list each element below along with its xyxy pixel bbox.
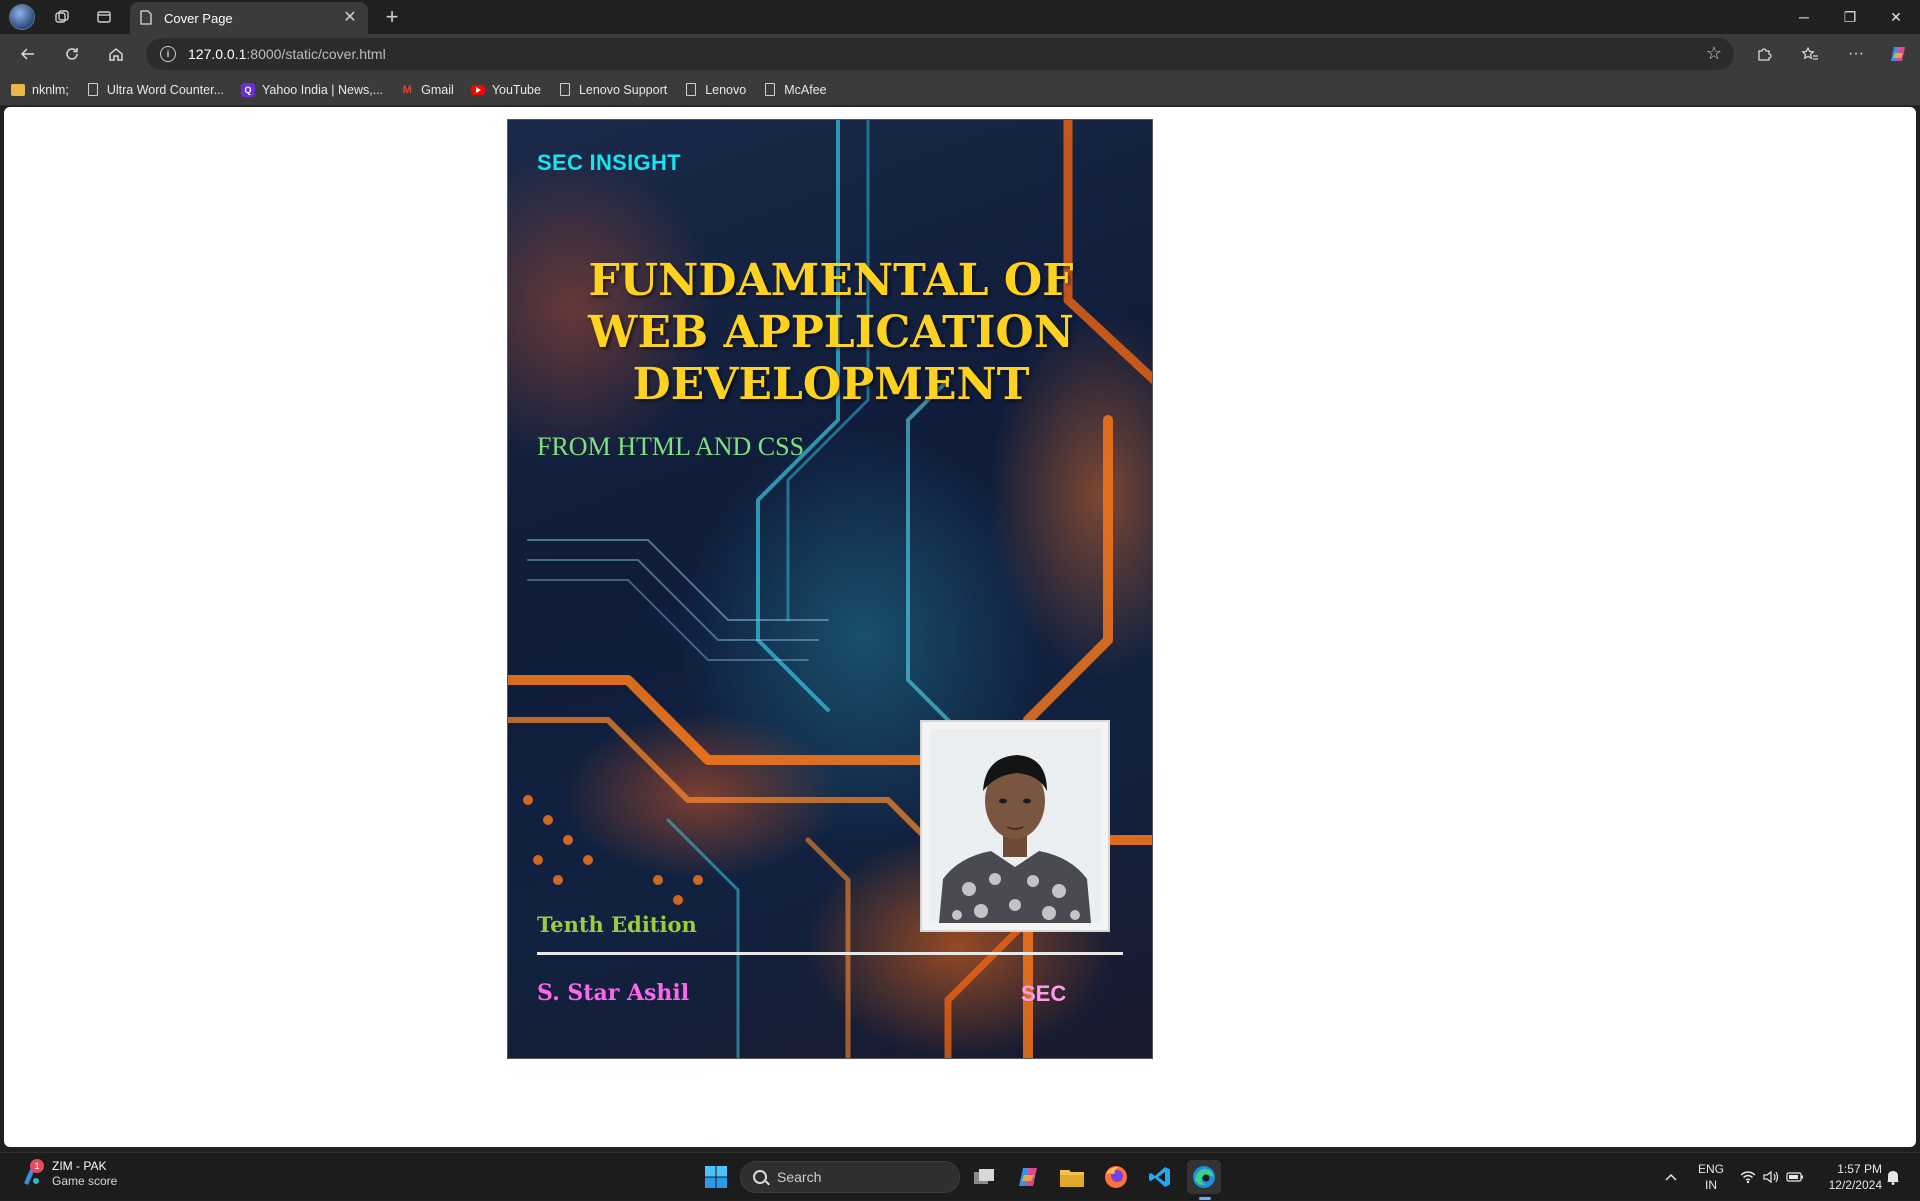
file-explorer-icon[interactable]	[1055, 1160, 1089, 1194]
restore-icon[interactable]: ❐	[1827, 0, 1873, 34]
folder-icon	[11, 83, 25, 97]
battery-icon[interactable]	[1786, 1153, 1804, 1201]
brand-name: SEC INSIGHT	[537, 150, 681, 175]
refresh-icon[interactable]	[58, 40, 86, 68]
page-icon	[684, 83, 698, 97]
bookmark-yahoo-india[interactable]: Q Yahoo India | News,...	[241, 82, 384, 97]
bookmark-nknlm[interactable]: nknlm;	[11, 83, 69, 97]
vscode-icon[interactable]	[1143, 1160, 1177, 1194]
tab-cover-page[interactable]: Cover Page ✕	[130, 2, 368, 34]
cricket-icon: 1	[18, 1159, 44, 1187]
language-code: ENG	[1698, 1162, 1725, 1176]
navigation-bar: i 127.0.0.1:8000/static/cover.html ☆ ···	[0, 34, 1920, 74]
vertical-tabs-icon[interactable]	[92, 5, 116, 29]
home-icon[interactable]	[102, 40, 130, 68]
language-indicator[interactable]: ENG IN	[1698, 1153, 1724, 1201]
gmail-icon: M	[402, 83, 412, 96]
bookmark-label: McAfee	[784, 82, 827, 97]
edge-icon[interactable]	[1187, 1160, 1221, 1194]
title-line: WEB APPLICATION	[588, 307, 1074, 358]
widgets-button[interactable]: 1 ZIM - PAK Game score	[18, 1159, 117, 1189]
profile-avatar[interactable]	[9, 4, 35, 30]
favorite-star-icon[interactable]: ☆	[1706, 43, 1722, 64]
extensions-icon[interactable]	[1750, 40, 1778, 68]
task-view-icon[interactable]	[967, 1160, 1001, 1194]
url-path: :8000/static/cover.html	[246, 46, 386, 62]
url-host: 127.0.0.1	[188, 46, 247, 62]
author-photo	[920, 720, 1110, 932]
bookmark-ultra-word-counter[interactable]: Ultra Word Counter...	[86, 83, 224, 97]
minimize-icon[interactable]: ─	[1781, 0, 1827, 34]
close-window-icon[interactable]: ✕	[1873, 0, 1919, 34]
firefox-icon[interactable]	[1099, 1160, 1133, 1194]
bookmark-label: YouTube	[491, 82, 541, 97]
cover-divider	[537, 952, 1123, 955]
clock-time: 1:57 PM	[1837, 1162, 1882, 1176]
copilot-app-icon[interactable]	[1011, 1160, 1045, 1194]
favorites-icon[interactable]	[1796, 40, 1824, 68]
bookmark-lenovo[interactable]: Lenovo	[684, 83, 746, 97]
page-viewport: SEC INSIGHT FUNDAMENTAL OF WEB APPLICATI…	[4, 107, 1916, 1147]
bookmark-youtube[interactable]: YouTube	[470, 82, 541, 97]
workspaces-icon[interactable]	[50, 5, 74, 29]
author-name: S. Star Ashil	[537, 980, 690, 1006]
notification-badge: 1	[30, 1159, 44, 1173]
widget-subtitle: Game score	[52, 1174, 118, 1188]
clock-date: 12/2/2024	[1828, 1178, 1882, 1192]
page-icon	[558, 83, 572, 97]
bookmark-mcafee[interactable]: McAfee	[763, 82, 827, 97]
address-bar[interactable]: i 127.0.0.1:8000/static/cover.html ☆	[146, 38, 1734, 70]
page-icon	[763, 83, 777, 97]
more-options-icon[interactable]: ···	[1842, 40, 1870, 68]
browser-title-bar: Cover Page ✕ + ─ ❐ ✕	[0, 0, 1920, 34]
start-icon[interactable]	[699, 1160, 733, 1194]
bookmarks-bar: nknlm; Ultra Word Counter... Q Yahoo Indi…	[0, 74, 1920, 106]
tab-title: Cover Page	[164, 10, 233, 26]
document-icon	[140, 10, 154, 26]
bookmark-label: Yahoo India | News,...	[262, 82, 384, 97]
title-line: DEVELOPMENT	[632, 359, 1030, 410]
volume-icon[interactable]	[1763, 1153, 1779, 1201]
bookmark-label: Ultra Word Counter...	[106, 82, 225, 97]
show-hidden-icons-chevron-icon[interactable]	[1664, 1153, 1678, 1201]
book-title: FUNDAMENTAL OF WEB APPLICATION DEVELOPME…	[508, 255, 1152, 411]
yahoo-icon: Q	[241, 82, 256, 97]
bookmark-label: Gmail	[421, 82, 454, 97]
copilot-icon[interactable]	[1884, 40, 1912, 68]
wifi-icon[interactable]	[1740, 1153, 1756, 1201]
site-info-icon[interactable]: i	[160, 46, 176, 62]
close-tab-icon[interactable]: ✕	[342, 10, 358, 26]
region-code: IN	[1705, 1178, 1717, 1192]
person-portrait	[929, 729, 1101, 923]
bookmark-gmail[interactable]: M Gmail	[400, 83, 454, 97]
book-subtitle: FROM HTML AND CSS	[537, 432, 805, 461]
widget-title: ZIM - PAK	[52, 1159, 107, 1173]
publisher-name: SEC	[1021, 981, 1067, 1006]
new-tab-icon[interactable]: +	[380, 4, 404, 29]
youtube-icon	[470, 83, 485, 97]
page-icon	[86, 83, 100, 97]
taskbar-search[interactable]: Search	[740, 1161, 960, 1193]
bookmark-label: nknlm;	[32, 82, 69, 97]
bookmark-label: Lenovo	[705, 82, 747, 97]
windows-taskbar: 1 ZIM - PAK Game score Search ENG IN 1:5…	[0, 1152, 1920, 1200]
search-placeholder: Search	[777, 1169, 822, 1185]
edition-label: Tenth Edition	[537, 912, 697, 937]
clock[interactable]: 1:57 PM 12/2/2024	[1818, 1153, 1882, 1201]
back-arrow-icon[interactable]	[14, 40, 42, 68]
notification-bell-icon[interactable]	[1886, 1153, 1900, 1201]
bookmark-lenovo-support[interactable]: Lenovo Support	[558, 83, 667, 97]
bookmark-label: Lenovo Support	[578, 82, 668, 97]
title-line: FUNDAMENTAL OF	[588, 255, 1074, 306]
search-icon	[753, 1170, 767, 1184]
book-cover: SEC INSIGHT FUNDAMENTAL OF WEB APPLICATI…	[507, 119, 1153, 1059]
